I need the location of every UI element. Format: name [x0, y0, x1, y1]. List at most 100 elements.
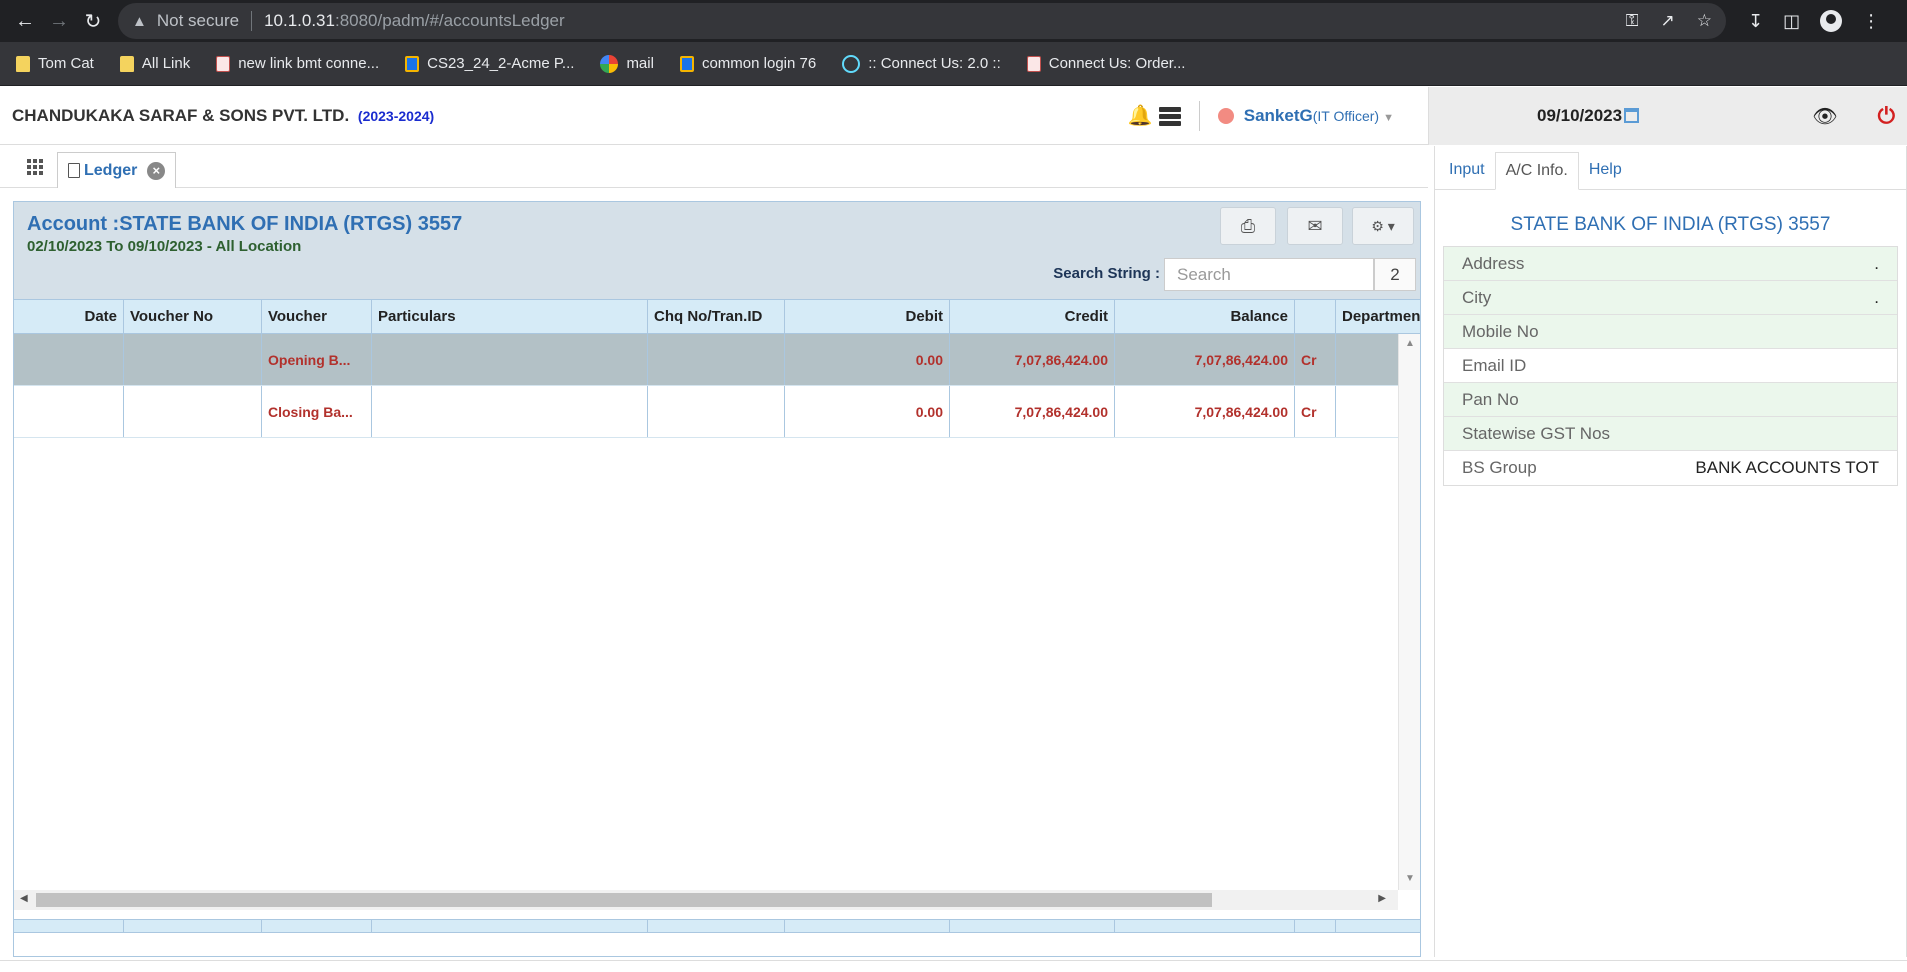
bookmark-favicon-icon: [600, 54, 619, 73]
field-value: .: [1874, 253, 1879, 273]
cell-drcr: Cr: [1295, 334, 1336, 385]
cell-date: [14, 334, 124, 385]
horizontal-scrollbar[interactable]: ◀ ▶: [14, 890, 1398, 910]
current-date[interactable]: 09/10/2023: [1537, 106, 1640, 126]
url-host: 10.1.0.31: [264, 11, 335, 30]
col-voucher[interactable]: Voucher: [262, 300, 372, 333]
info-table: Address. City. Mobile No Email ID Pan No…: [1443, 246, 1898, 486]
cell-voucher: Opening B...: [262, 334, 372, 385]
share-icon[interactable]: ↗: [1661, 11, 1675, 31]
table-row[interactable]: Closing Ba... 0.00 7,07,86,424.00 7,07,8…: [14, 386, 1398, 438]
status-dot: [1217, 107, 1234, 124]
table-row[interactable]: Opening B... 0.00 7,07,86,424.00 7,07,86…: [14, 334, 1398, 386]
cell-credit: 7,07,86,424.00: [950, 386, 1115, 437]
bookmark-item[interactable]: new link bmt conne...: [206, 49, 389, 79]
user-role: (IT Officer): [1312, 107, 1380, 124]
calendar-icon[interactable]: [1624, 108, 1640, 123]
caret-down-icon: ▼: [1383, 111, 1394, 124]
email-button[interactable]: ✉: [1287, 207, 1343, 245]
reload-icon[interactable]: ↻: [76, 4, 110, 38]
col-drcr[interactable]: [1295, 300, 1336, 333]
search-count: 2: [1374, 258, 1416, 291]
cell-chq: [648, 386, 785, 437]
side-panel-icon[interactable]: ◫: [1783, 11, 1800, 32]
info-row-city: City.: [1444, 281, 1897, 315]
scroll-up-icon[interactable]: ▲: [1405, 338, 1415, 349]
cell-chq: [648, 334, 785, 385]
gear-icon: ⚙ ▾: [1371, 217, 1395, 234]
bookmark-label: :: Connect Us: 2.0 ::: [868, 55, 1001, 72]
bookmark-item[interactable]: All Link: [110, 49, 200, 79]
app-grid-icon[interactable]: [14, 154, 56, 180]
field-label: City: [1462, 287, 1492, 307]
bookmark-label: All Link: [141, 55, 191, 72]
bookmark-item[interactable]: :: Connect Us: 2.0 ::: [832, 49, 1011, 79]
print-button[interactable]: ⎙: [1220, 207, 1276, 245]
tab-ledger[interactable]: Ledger ×: [57, 152, 177, 188]
bookmark-item[interactable]: mail: [590, 49, 664, 79]
cell-debit: 0.00: [785, 334, 950, 385]
forward-arrow-icon[interactable]: →: [42, 4, 76, 38]
eye-slash-icon[interactable]: 👁: [1812, 104, 1837, 129]
bookmark-item[interactable]: Tom Cat: [6, 49, 104, 79]
scroll-down-icon[interactable]: ▼: [1405, 873, 1415, 884]
col-credit[interactable]: Credit: [950, 300, 1115, 333]
col-voucher-no[interactable]: Voucher No: [124, 300, 262, 333]
address-bar[interactable]: ▲ Not secure 10.1.0.31:8080/padm/#/accou…: [118, 3, 1726, 39]
scroll-right-icon[interactable]: ▶: [1378, 893, 1386, 904]
grid-header: Date Voucher No Voucher Particulars Chq …: [14, 299, 1420, 334]
bookmark-label: Connect Us: Order...: [1048, 55, 1186, 72]
tab-help[interactable]: Help: [1579, 151, 1632, 189]
envelope-icon: ✉: [1307, 215, 1323, 236]
user-menu[interactable]: SanketG(IT Officer) ▼: [1244, 106, 1394, 126]
info-row-address: Address.: [1444, 247, 1897, 281]
bookmark-item[interactable]: Connect Us: Order...: [1017, 49, 1196, 79]
col-balance[interactable]: Balance: [1115, 300, 1295, 333]
bookmarks-bar: Tom Cat All Link new link bmt conne... CS23…: [0, 42, 1907, 86]
cell-voucher-no: [124, 334, 262, 385]
info-row-mobile: Mobile No: [1444, 315, 1897, 349]
cell-voucher: Closing Ba...: [262, 386, 372, 437]
star-icon[interactable]: ☆: [1697, 11, 1712, 31]
close-icon[interactable]: ×: [147, 161, 166, 180]
col-debit[interactable]: Debit: [785, 300, 950, 333]
search-input[interactable]: Search: [1164, 258, 1374, 291]
scroll-left-icon[interactable]: ◀: [20, 893, 28, 904]
omnibox-divider: [251, 11, 253, 31]
col-date[interactable]: Date: [14, 300, 124, 333]
back-arrow-icon[interactable]: ←: [8, 4, 42, 38]
bookmark-favicon-icon: [842, 54, 861, 73]
tab-input[interactable]: Input: [1439, 151, 1495, 189]
download-icon[interactable]: ↧: [1748, 11, 1763, 32]
company-name: CHANDUKAKA SARAF & SONS PVT. LTD. (2023-…: [12, 106, 434, 126]
tab-bar: Ledger ×: [0, 146, 1428, 188]
menu-kebab-icon[interactable]: ⋮: [1862, 11, 1880, 32]
field-label: Email ID: [1462, 355, 1527, 375]
info-row-gst: Statewise GST Nos: [1444, 417, 1897, 451]
vertical-scrollbar[interactable]: ▲ ▼: [1398, 334, 1420, 890]
bookmark-favicon-icon: [216, 55, 231, 72]
cell-debit: 0.00: [785, 386, 950, 437]
col-department[interactable]: Departmen: [1336, 300, 1420, 333]
cell-department: [1336, 386, 1398, 437]
bell-icon[interactable]: 🔔: [1128, 103, 1153, 128]
server-list-icon[interactable]: [1158, 106, 1181, 126]
scrollbar-thumb[interactable]: [36, 893, 1212, 907]
tab-ac-info[interactable]: A/C Info.: [1494, 152, 1579, 190]
power-icon[interactable]: ⏻: [1878, 103, 1895, 129]
search-label: Search String :: [1053, 265, 1160, 282]
tab-ledger-label: Ledger: [84, 161, 138, 179]
key-icon[interactable]: ⚿: [1626, 11, 1639, 31]
ledger-panel: Account :STATE BANK OF INDIA (RTGS) 3557…: [13, 201, 1421, 957]
cell-credit: 7,07,86,424.00: [950, 334, 1115, 385]
date-text: 09/10/2023: [1537, 106, 1623, 125]
col-chq-no[interactable]: Chq No/Tran.ID: [648, 300, 785, 333]
profile-icon[interactable]: [1820, 10, 1843, 32]
bookmark-item[interactable]: common login 76: [670, 49, 826, 79]
date-panel-header: 09/10/2023 👁 ⏻: [1428, 87, 1907, 145]
url-path: :8080/padm/#/accountsLedger: [334, 11, 565, 30]
info-row-bs-group: BS Group BANK ACCOUNTS TOT: [1444, 451, 1897, 485]
settings-dropdown-button[interactable]: ⚙ ▾: [1352, 207, 1414, 245]
col-particulars[interactable]: Particulars: [372, 300, 648, 333]
bookmark-item[interactable]: CS23_24_2-Acme P...: [395, 49, 584, 79]
